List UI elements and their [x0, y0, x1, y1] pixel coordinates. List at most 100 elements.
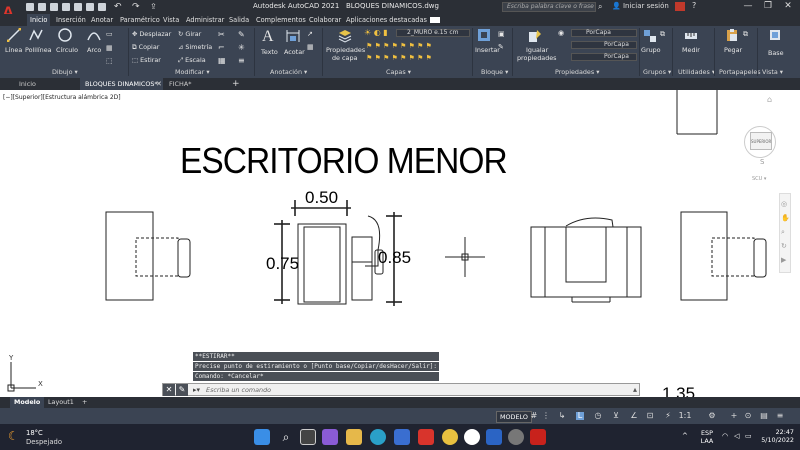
osnap-track-icon[interactable]: ∠ [630, 412, 638, 420]
hatch-icon[interactable]: ▦ [106, 44, 113, 52]
paste-button[interactable]: Pegar [724, 46, 742, 54]
showmotion-icon[interactable]: ▶ [781, 256, 786, 264]
ribbon-toggle-icon[interactable] [430, 17, 440, 23]
tab-inicio[interactable]: Inicio [27, 14, 51, 26]
command-input[interactable]: Escriba un comando [206, 386, 271, 394]
polar-icon[interactable]: ◷ [594, 412, 602, 420]
base-button[interactable]: Base [768, 49, 784, 57]
language-indicator[interactable]: ESP LAA [698, 429, 716, 445]
weather-desc[interactable]: Despejado [26, 438, 62, 446]
utilities-panel-title[interactable]: Utilidades ▾ [678, 68, 715, 76]
weather-temp[interactable]: 18°C [26, 429, 43, 437]
edge-icon[interactable] [370, 429, 386, 445]
viewcube-face[interactable]: SUPERIOR [750, 132, 772, 150]
snap-icon[interactable]: ⋮ [542, 412, 550, 420]
new-tab-icon[interactable]: + [232, 79, 240, 89]
tab-administrar[interactable]: Administrar [186, 16, 224, 24]
color-wheel-icon[interactable]: ◉ [558, 29, 564, 37]
new-icon[interactable] [26, 3, 34, 11]
group-button[interactable]: Grupo [641, 46, 661, 54]
isolate-icon[interactable]: ⊙ [744, 412, 752, 420]
weather-icon[interactable]: ☾ [8, 429, 19, 443]
trim-icon[interactable]: ✂ [218, 30, 225, 39]
explode-icon[interactable]: ✳ [238, 43, 245, 52]
layer-tools-row1[interactable]: ⚑ ⚑ ⚑ ⚑ ⚑ ⚑ ⚑ ⚑ [366, 42, 432, 50]
chrome-icon[interactable] [442, 429, 458, 445]
fillet-icon[interactable]: ⌐ [218, 43, 225, 52]
autodesk-app-icon[interactable] [675, 2, 685, 11]
modify-panel-title[interactable]: Modificar ▾ [175, 68, 210, 76]
layer-tools-row2[interactable]: ⚑ ⚑ ⚑ ⚑ ⚑ ⚑ ⚑ ⚑ [366, 54, 432, 62]
mirror-button[interactable]: ⊿ Simetría [178, 43, 212, 51]
doc-tab-bloques[interactable]: BLOQUES DINAMICOS* [80, 78, 163, 90]
erase-icon[interactable]: ✎ [238, 30, 245, 39]
volume-icon[interactable]: ◁ [734, 432, 739, 440]
layer-state-icons[interactable]: ☀ ◐ ▮ [364, 28, 388, 37]
lineweight-dropdown[interactable]: PorCapa [571, 41, 637, 49]
tab-aplicaciones[interactable]: Aplicaciones destacadas [346, 16, 427, 24]
maximize-button[interactable]: ❐ [760, 1, 776, 11]
open-icon[interactable] [38, 3, 46, 11]
store-icon[interactable] [394, 429, 410, 445]
block-panel-title[interactable]: Bloque ▾ [481, 68, 508, 76]
rotate-button[interactable]: ↻ Girar [178, 30, 201, 38]
linetype-dropdown[interactable]: PorCapa [571, 53, 637, 61]
pan-icon[interactable]: ✋ [781, 214, 790, 222]
circle-button[interactable]: Círculo [56, 46, 78, 54]
tab-modelo[interactable]: Modelo [10, 397, 45, 408]
copy-clip-icon[interactable]: ⧉ [743, 30, 748, 39]
groups-panel-title[interactable]: Grupos ▾ [643, 68, 671, 76]
clipboard-panel-title[interactable]: Portapapeles [719, 68, 761, 76]
customize-command-icon[interactable]: ✎ [176, 383, 188, 396]
steering-wheel-icon[interactable]: ◎ [781, 200, 787, 208]
tab-parametrico[interactable]: Paramétrico [120, 16, 160, 24]
add-icon[interactable]: + [730, 412, 738, 420]
annotation-scale[interactable]: 1:1 [678, 412, 692, 420]
workspace-gear-icon[interactable]: ⚙ [708, 412, 716, 420]
help-icon[interactable]: ? [692, 1, 696, 10]
ungroup-icon[interactable]: ⧉ [660, 30, 665, 39]
annotation-visibility-icon[interactable]: ⚡ [664, 412, 672, 420]
tab-layout1[interactable]: Layout1 [44, 397, 78, 408]
save-icon[interactable] [50, 3, 58, 11]
polyline-button[interactable]: Polilínea [25, 46, 52, 54]
task-view-icon[interactable] [300, 429, 316, 445]
settings-icon[interactable] [508, 429, 524, 445]
tab-vista[interactable]: Vista [163, 16, 179, 24]
redo-icon[interactable]: ↷ [132, 3, 140, 12]
web-icon[interactable] [86, 3, 94, 11]
boundary-icon[interactable]: ⬚ [106, 57, 113, 65]
battery-icon[interactable]: ▭ [745, 432, 752, 440]
layers-panel-title[interactable]: Capas ▾ [386, 68, 411, 76]
array-icon[interactable]: ▦ [218, 56, 226, 65]
graphics-icon[interactable]: ▤ [760, 412, 768, 420]
properties-panel-title[interactable]: Propiedades ▾ [555, 68, 599, 76]
view-panel-title[interactable]: Vista ▾ [762, 68, 783, 76]
draw-panel-title[interactable]: Dibujo ▾ [52, 68, 78, 76]
stretch-button[interactable]: ⬚ Estirar [132, 56, 161, 64]
tray-chevron-icon[interactable]: ^ [682, 432, 688, 440]
osnap-icon[interactable]: ⊡ [646, 412, 654, 420]
print-icon[interactable] [98, 3, 106, 11]
command-history-toggle-icon[interactable]: ▴ [633, 385, 637, 394]
table-icon[interactable]: ▦ [307, 43, 314, 51]
search-icon[interactable]: ⌕ [598, 2, 602, 12]
move-button[interactable]: ✥ Desplazar [132, 30, 171, 38]
home-view-icon[interactable]: ⌂ [767, 95, 772, 104]
undo-icon[interactable]: ↶ [114, 3, 122, 12]
infer-icon[interactable]: ↳ [558, 412, 566, 420]
zoom-icon[interactable]: ⌕ [781, 228, 785, 237]
copy-button[interactable]: ⧉ Copiar [132, 43, 159, 52]
wifi-icon[interactable]: ◠ [722, 432, 728, 440]
create-block-icon[interactable]: ▣ [498, 30, 505, 38]
tab-colaborar[interactable]: Colaborar [309, 16, 341, 24]
offset-icon[interactable]: ≡ [238, 56, 245, 65]
tab-anotar[interactable]: Anotar [91, 16, 113, 24]
add-layout-button[interactable]: + [78, 397, 91, 408]
model-space-button[interactable]: MODELO [496, 411, 532, 423]
insert-button[interactable]: Insertar [475, 46, 500, 54]
minimize-button[interactable]: — [740, 1, 756, 11]
layer-dropdown[interactable]: 2_MURO e.15 cm [396, 29, 470, 37]
cloud-icon[interactable] [74, 3, 82, 11]
ortho-icon[interactable]: L [576, 412, 584, 420]
